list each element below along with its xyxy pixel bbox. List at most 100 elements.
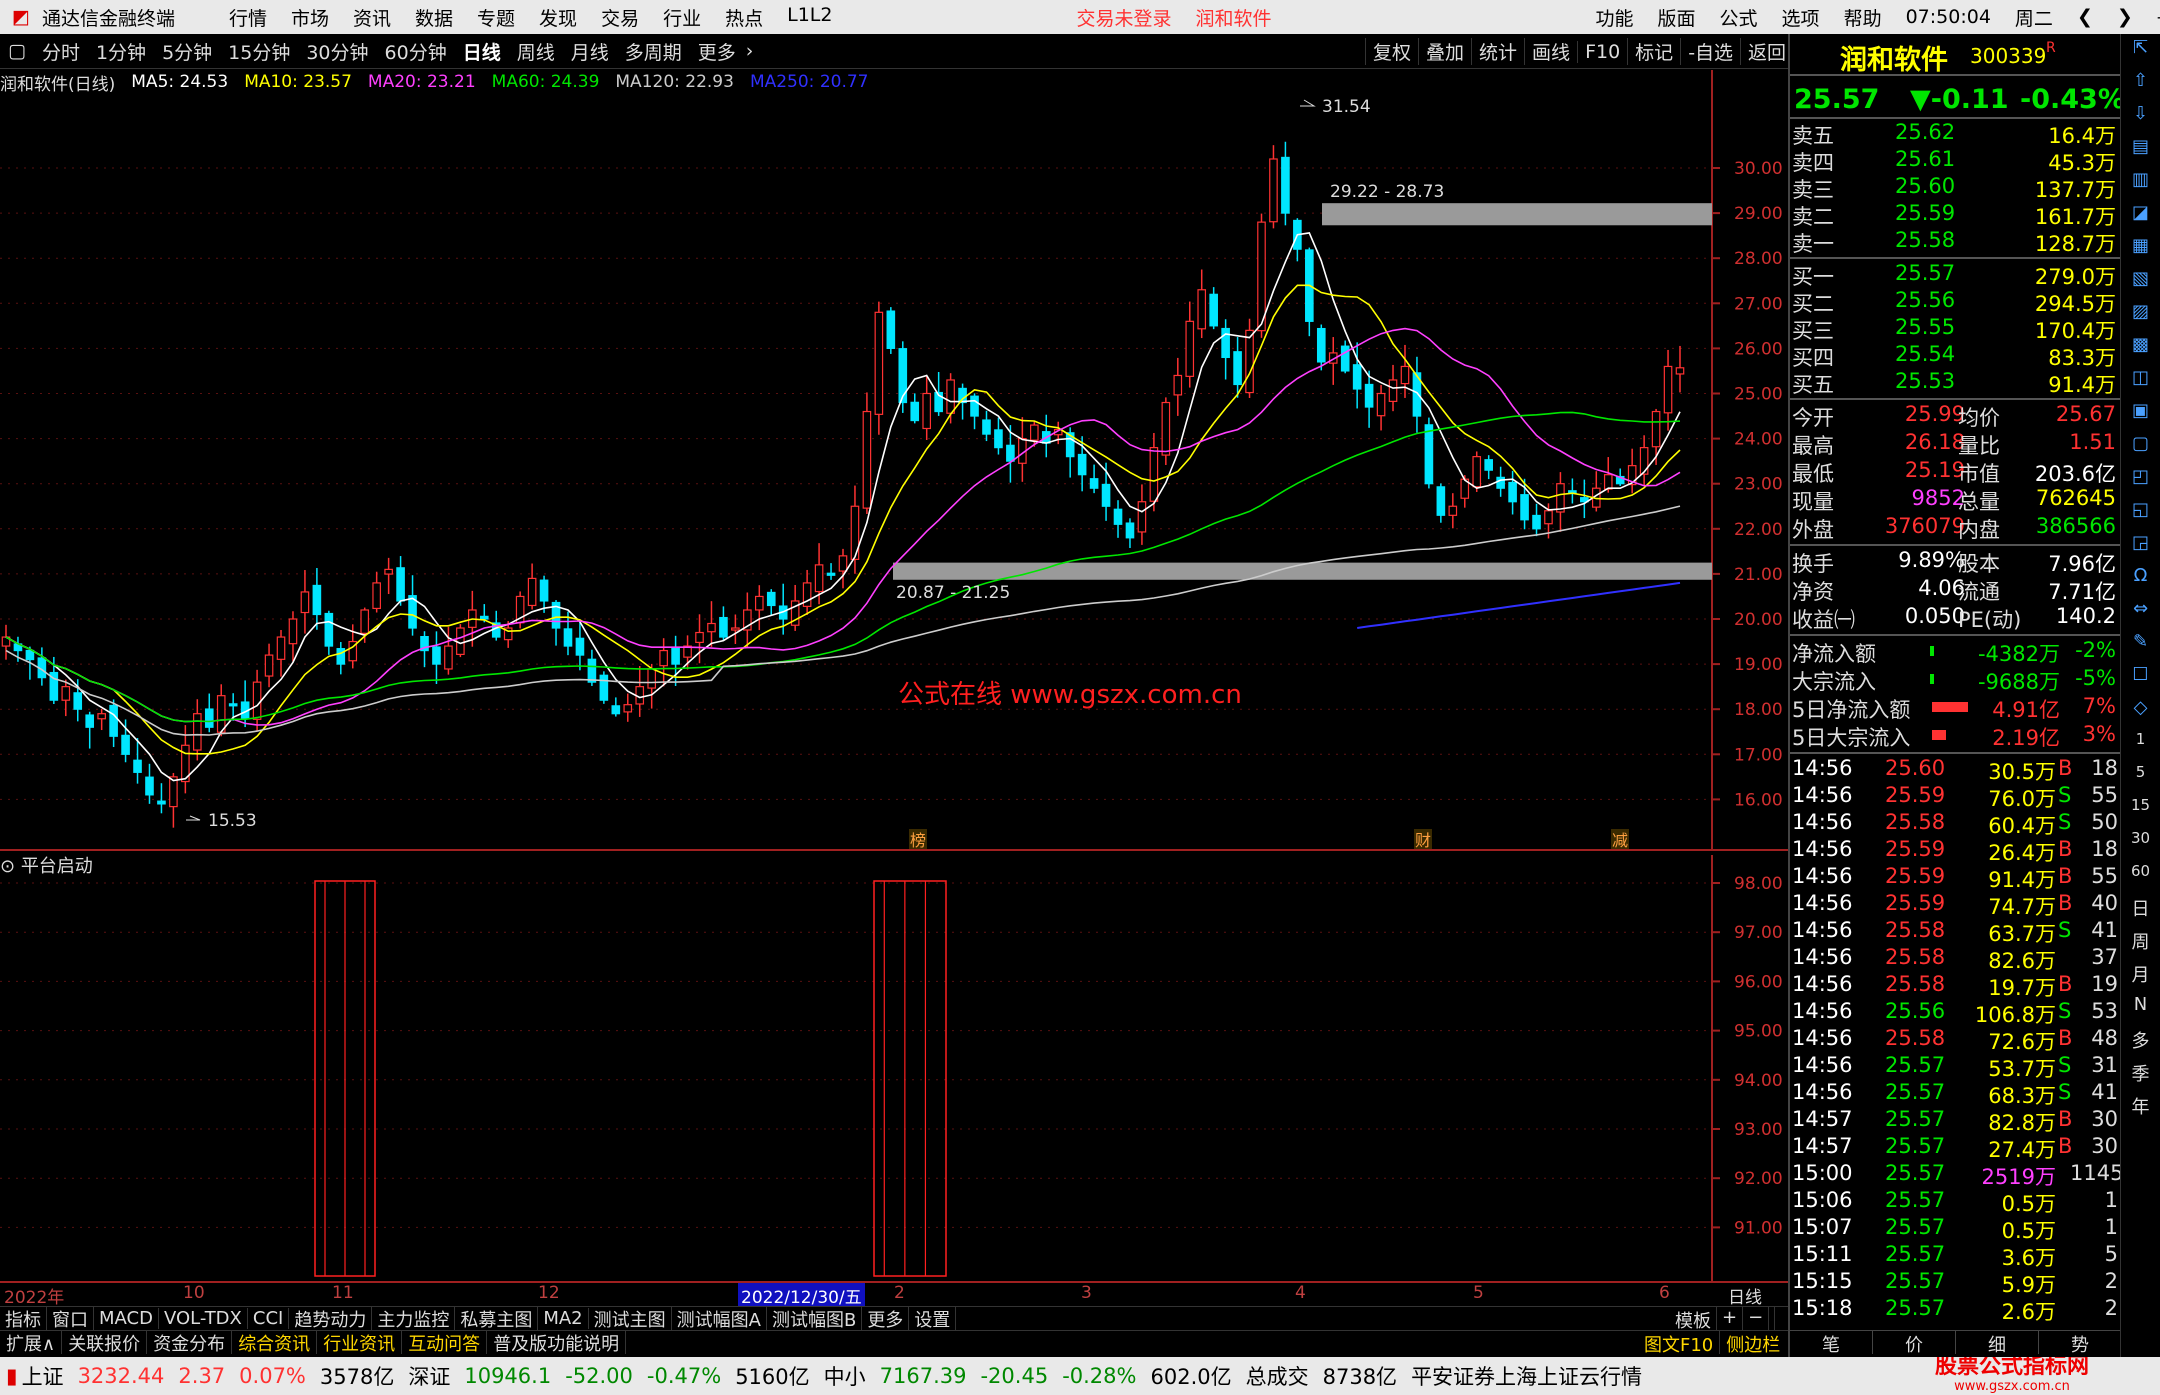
- side-tool-icon-12[interactable]: ▢: [2125, 433, 2156, 463]
- quote-tab-2[interactable]: 细: [1956, 1331, 2039, 1356]
- side-period-4[interactable]: 多: [2125, 1027, 2156, 1057]
- info-tab-0[interactable]: 扩展∧: [0, 1331, 63, 1354]
- candle-body: [1197, 289, 1207, 330]
- indicator-tab-0[interactable]: 指标: [0, 1307, 47, 1330]
- candle-body: [97, 713, 106, 720]
- tick-row-10: 14:56 25.58 72.6万 B 48: [1792, 1026, 2118, 1054]
- indicator-tab-11[interactable]: 测试幅图B: [767, 1307, 863, 1330]
- candle-body: [169, 776, 178, 808]
- side-period-2[interactable]: 月: [2125, 961, 2156, 991]
- candle-body: [982, 419, 991, 435]
- indicator-tab-3[interactable]: VOL-TDX: [159, 1308, 248, 1329]
- side-minute-60-icon[interactable]: 60: [2125, 862, 2156, 892]
- side-period-1[interactable]: 周: [2125, 928, 2156, 958]
- tick-row-16: 15:06 25.57 0.5万 1: [1792, 1188, 2118, 1216]
- indicator-tab-4[interactable]: CCI: [248, 1308, 290, 1329]
- zx-label[interactable]: 中小: [824, 1361, 866, 1391]
- quote-tab-0[interactable]: 笔: [1790, 1331, 1873, 1356]
- candle-body: [384, 568, 393, 575]
- template-ctrl-0[interactable]: 模板: [1670, 1307, 1717, 1330]
- candle-body: [1137, 501, 1147, 533]
- side-tool-icon-6[interactable]: ▦: [2125, 235, 2156, 265]
- indicator-tab-2[interactable]: MACD: [94, 1308, 159, 1329]
- info-tab-1[interactable]: 关联报价: [62, 1331, 148, 1354]
- side-tool-icon-17[interactable]: ⇔: [2125, 598, 2156, 628]
- side-tool-icon-19[interactable]: ☐: [2125, 664, 2156, 694]
- tick-row-8: 14:56 25.58 19.7万 B 19: [1792, 972, 2118, 1000]
- side-period-0[interactable]: 日: [2125, 895, 2156, 925]
- tick-row-9: 14:56 25.56 106.8万 S 53: [1792, 999, 2118, 1027]
- candle-body: [372, 582, 381, 610]
- side-tool-icon-2[interactable]: ⇩: [2125, 103, 2156, 133]
- side-tool-icon-16[interactable]: Ω: [2125, 565, 2156, 595]
- side-tool-icon-9[interactable]: ▩: [2125, 334, 2156, 364]
- side-tool-icon-15[interactable]: ◲: [2125, 532, 2156, 562]
- info-tab-5[interactable]: 互动问答: [402, 1331, 488, 1354]
- side-tool-icon-8[interactable]: ▨: [2125, 301, 2156, 331]
- candle-body: [228, 703, 238, 707]
- side-period-5[interactable]: 季: [2125, 1060, 2156, 1090]
- quote-name: 润和软件: [1840, 45, 1948, 76]
- tick-row-18: 15:11 25.57 3.6万 5: [1792, 1242, 2118, 1270]
- sz-label[interactable]: 深证: [408, 1361, 450, 1391]
- yaxis-sub-2: 96.00: [1734, 972, 1783, 992]
- zone-top-label: 29.22 - 28.73: [1330, 182, 1444, 202]
- quote-tab-1[interactable]: 价: [1873, 1331, 1956, 1356]
- side-minute-1-icon[interactable]: 1: [2125, 730, 2156, 760]
- side-ctrl-0[interactable]: 图文F10: [1638, 1331, 1721, 1354]
- stat-row-3: 现量 9852 总量 762645: [1792, 486, 2116, 514]
- info-tab-6[interactable]: 普及版功能说明: [487, 1331, 627, 1354]
- indicator-tab-8[interactable]: MA2: [538, 1308, 589, 1329]
- indicator-tab-13[interactable]: 设置: [909, 1307, 957, 1330]
- side-ctrl-1[interactable]: 侧边栏《: [1720, 1331, 1788, 1354]
- side-tool-icon-13[interactable]: ◰: [2125, 466, 2156, 496]
- side-tool-icon-11[interactable]: ▣: [2125, 400, 2156, 430]
- tdx-window: ◩ 通达信金融终端 行情 市场 资讯 数据 专题 发现 交易 行业 热点 L1L2 交易未登录 润…: [0, 0, 2160, 1395]
- indicator-tab-10[interactable]: 测试幅图A: [672, 1307, 767, 1330]
- side-tool-icon-4[interactable]: ▥: [2125, 169, 2156, 199]
- zone-bottom-label: 20.87 - 21.25: [896, 583, 1010, 603]
- date-axis: 2022年 10 11 12 2022/12/30/五 2 3 4 5 6 日线: [0, 1282, 1788, 1308]
- side-tool-icon-10[interactable]: ◫: [2125, 367, 2156, 397]
- stat-row-6: 净资 4.06 流通 7.71亿: [1792, 576, 2116, 604]
- template-ctrl-2[interactable]: −: [1743, 1307, 1770, 1330]
- side-tool-icon-14[interactable]: ◱: [2125, 499, 2156, 529]
- candle-body: [1245, 329, 1254, 394]
- side-tool-icon-5[interactable]: ◪: [2125, 202, 2156, 232]
- info-tab-4[interactable]: 行业资讯: [317, 1331, 403, 1354]
- sh-label[interactable]: 上证: [22, 1361, 64, 1391]
- indicator-tab-6[interactable]: 主力监控: [372, 1307, 456, 1330]
- candle-body: [707, 622, 716, 633]
- indicator-tab-1[interactable]: 窗口: [47, 1307, 94, 1330]
- indicator-tab-7[interactable]: 私募主图: [455, 1307, 539, 1330]
- candle-body: [826, 572, 836, 576]
- info-tab-3[interactable]: 综合资讯: [232, 1331, 318, 1354]
- side-tool-icon-18[interactable]: ✎: [2125, 631, 2156, 661]
- candle-body: [1448, 505, 1458, 516]
- side-tool-icon-3[interactable]: ▤: [2125, 136, 2156, 166]
- side-tool-icon-7[interactable]: ▧: [2125, 268, 2156, 298]
- side-period-3[interactable]: N: [2125, 994, 2156, 1024]
- quote-tab-3[interactable]: 势: [2039, 1331, 2122, 1356]
- zx-change: -20.45: [980, 1364, 1049, 1388]
- side-tool-icon-1[interactable]: ⇧: [2125, 70, 2156, 100]
- candle-body: [1639, 447, 1649, 475]
- indicator-tab-12[interactable]: 更多: [862, 1307, 910, 1330]
- indicator-tab-9[interactable]: 测试主图: [589, 1307, 672, 1330]
- indicator-tab-5[interactable]: 趋势动力: [289, 1307, 373, 1330]
- info-tab-2[interactable]: 资金分布: [147, 1331, 233, 1354]
- candle-body: [623, 704, 633, 713]
- side-minute-30-icon[interactable]: 30: [2125, 829, 2156, 859]
- candle-body: [1364, 383, 1374, 408]
- side-tool-icon-20[interactable]: ◇: [2125, 697, 2156, 727]
- candle-body: [1436, 486, 1446, 516]
- template-ctrl-1[interactable]: +: [1717, 1307, 1744, 1330]
- side-minute-5-icon[interactable]: 5: [2125, 763, 2156, 793]
- candle-body: [563, 628, 573, 647]
- side-tool-icon-0[interactable]: ⇱: [2125, 37, 2156, 67]
- side-minute-15-icon[interactable]: 15: [2125, 796, 2156, 826]
- yaxis-main-8: 22.00: [1734, 520, 1783, 540]
- side-controls: 图文F10侧边栏《: [1632, 1331, 1788, 1354]
- side-period-6[interactable]: 年: [2125, 1093, 2156, 1123]
- candle-body: [587, 658, 597, 683]
